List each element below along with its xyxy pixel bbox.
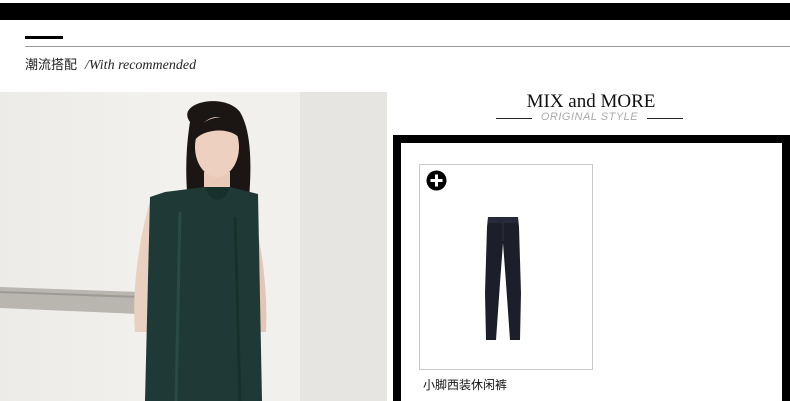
mix-title: MIX and MORE — [526, 91, 656, 112]
model-photo — [0, 92, 387, 401]
section-accent-dash — [25, 36, 63, 39]
model-illustration — [0, 92, 387, 401]
subtitle-rule-left — [496, 118, 532, 119]
trousers-image[interactable] — [478, 213, 528, 343]
mix-subtitle: ORIGINAL STYLE — [540, 111, 639, 123]
product-name[interactable]: 小脚西装休闲裤 — [423, 376, 507, 393]
section-title: 潮流搭配/With recommended — [25, 54, 196, 74]
subtitle-rule-right — [647, 118, 683, 119]
section-title-en: /With recommended — [85, 58, 197, 73]
plus-circle-icon[interactable] — [426, 170, 447, 191]
section-divider — [25, 46, 790, 47]
section-title-cn: 潮流搭配 — [25, 58, 78, 73]
top-banner-bar — [0, 3, 790, 20]
